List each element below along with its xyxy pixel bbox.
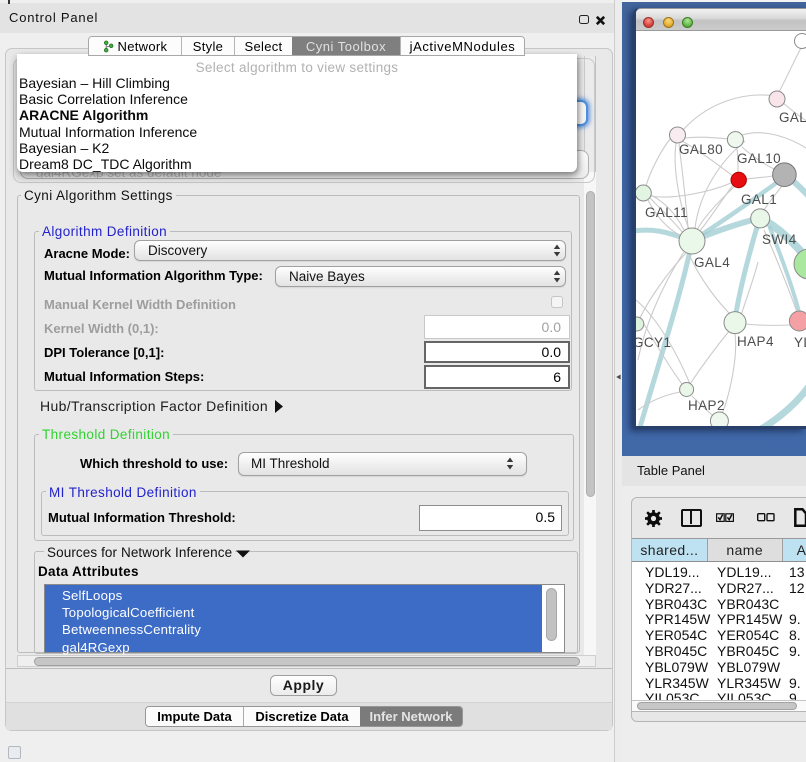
svg-text:YL: YL: [794, 335, 806, 350]
svg-text:GAL7: GAL7: [779, 110, 806, 125]
svg-text:GAL4: GAL4: [694, 255, 730, 270]
svg-text:GAL80: GAL80: [679, 142, 723, 157]
svg-text:HAP4: HAP4: [737, 334, 774, 349]
svg-text:GAL11: GAL11: [645, 205, 688, 220]
svg-text:SWI4: SWI4: [762, 232, 797, 247]
svg-text:GAL1: GAL1: [741, 192, 777, 207]
svg-text:HAP2: HAP2: [688, 398, 725, 413]
svg-text:GAL10: GAL10: [737, 151, 781, 166]
svg-text:GCY1: GCY1: [636, 335, 671, 350]
